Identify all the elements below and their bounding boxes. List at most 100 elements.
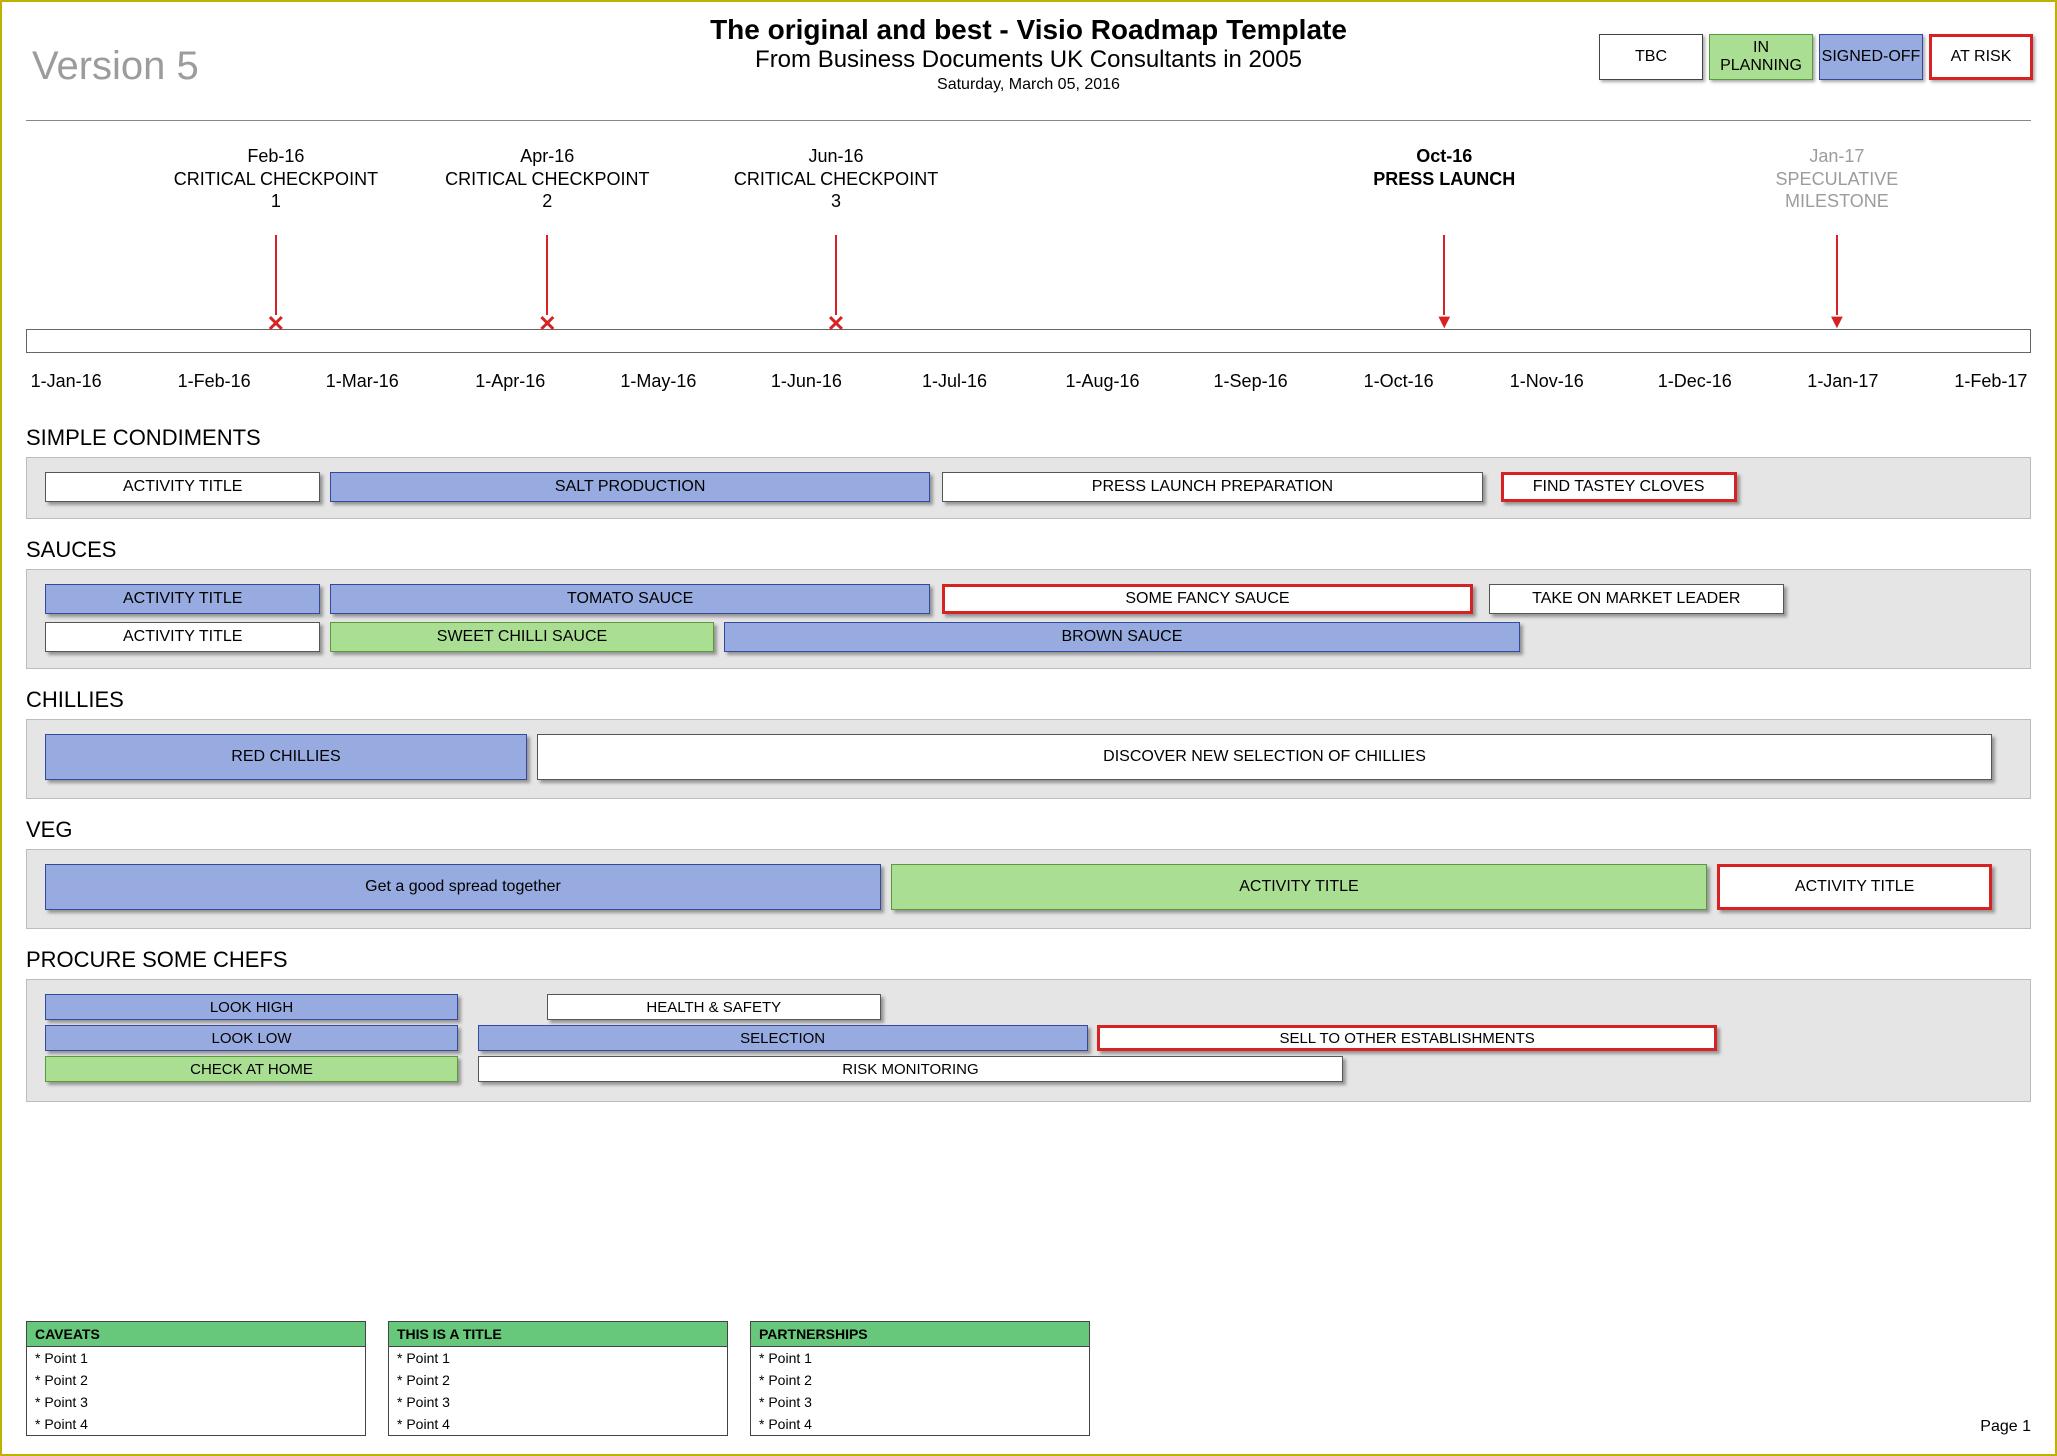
version-label: Version 5 [32,44,199,89]
swimlane-body: ACTIVITY TITLE TOMATO SAUCE SOME FANCY SAU… [26,569,2031,669]
timeline: 1-Jan-16 1-Feb-16 1-Mar-16 1-Apr-16 1-May-16… [26,135,2031,415]
tick-label: 1-Jul-16 [922,371,987,392]
swimlane-body: LOOK HIGH HEALTH & SAFETY LOOK LOW SELECTIO… [26,979,2031,1102]
milestone-label: Jun-16 CRITICAL CHECKPOINT 3 [721,145,951,213]
footer-box-title: THIS IS A TITLE [389,1322,727,1347]
milestone-label: Apr-16 CRITICAL CHECKPOINT 2 [432,145,662,213]
swimlane-row: LOOK LOW SELECTION SELL TO OTHER ESTABLISH… [45,1025,2012,1053]
milestone-arrow-icon: ▼ [1434,311,1454,334]
time-axis-ticks: 1-Jan-16 1-Feb-16 1-Mar-16 1-Apr-16 1-May-16… [26,371,2031,401]
activity-bar[interactable]: RED CHILLIES [45,734,527,780]
swimlane-row: RED CHILLIESDISCOVER NEW SELECTION OF CH… [45,734,2012,784]
activity-bar[interactable]: RISK MONITORING [478,1056,1343,1082]
swimlane: VEGGet a good spread togetherACTIVITY TI… [26,817,2031,929]
footer-box-title: PARTNERSHIPS [751,1322,1089,1347]
footer-box-point: * Point 2 [389,1369,727,1391]
activity-bar[interactable]: TOMATO SAUCE [330,584,930,614]
tick-label: 1-Feb-17 [1954,371,2027,392]
milestone-connector [835,235,837,315]
footer-box-title: CAVEATS [27,1322,365,1347]
footer-box-point: * Point 1 [751,1347,1089,1369]
footer-box-point: * Point 3 [751,1391,1089,1413]
footer-box-point: * Point 3 [27,1391,365,1413]
footer-boxes: CAVEATS* Point 1* Point 2* Point 3* Poin… [26,1321,1090,1436]
activity-bar[interactable]: LOOK LOW [45,1025,458,1051]
swimlane-row: LOOK HIGH HEALTH & SAFETY [45,994,2012,1022]
swimlane: CHILLIES RED CHILLIESDISCOVER NEW SELECTI… [26,687,2031,799]
swimlane: SAUCES ACTIVITY TITLE TOMATO SAUCE SOME FAN… [26,537,2031,669]
activity-bar[interactable]: DISCOVER NEW SELECTION OF CHILLIES [537,734,1993,780]
footer-box-point: * Point 3 [389,1391,727,1413]
tick-label: 1-Aug-16 [1065,371,1139,392]
milestone-connector [275,235,277,315]
legend-signed-off: SIGNED-OFF [1819,34,1923,80]
activity-bar[interactable]: BROWN SAUCE [724,622,1521,652]
footer-box-point: * Point 4 [27,1413,365,1435]
tick-label: 1-Dec-16 [1658,371,1732,392]
activity-bar[interactable]: FIND TASTEY CLOVES [1501,472,1737,502]
footer-box-point: * Point 2 [751,1369,1089,1391]
activity-bar[interactable]: SOME FANCY SAUCE [942,584,1473,614]
activity-bar[interactable]: TAKE ON MARKET LEADER [1489,584,1784,614]
activity-bar[interactable]: ACTIVITY TITLE [45,472,320,502]
swimlane-title: VEG [26,817,2031,843]
footer-box-point: * Point 2 [27,1369,365,1391]
legend-at-risk: AT RISK [1929,34,2033,80]
swimlane-title: SAUCES [26,537,2031,563]
milestone-connector [1836,235,1838,315]
activity-bar[interactable]: ACTIVITY TITLE [45,584,320,614]
tick-label: 1-Nov-16 [1510,371,1584,392]
footer-box-point: * Point 1 [27,1347,365,1369]
swimlane-row: Get a good spread togetherACTIVITY TITLE… [45,864,2012,914]
swimlane-title: SIMPLE CONDIMENTS [26,425,2031,451]
footer-box-point: * Point 4 [751,1413,1089,1435]
tick-label: 1-Jan-17 [1807,371,1878,392]
activity-bar[interactable]: ACTIVITY TITLE [45,622,320,652]
header-separator [26,120,2031,121]
swimlane-row: CHECK AT HOME RISK MONITORING [45,1056,2012,1084]
legend-in-planning: IN PLANNING [1709,34,1813,80]
tick-label: 1-Oct-16 [1364,371,1434,392]
tick-label: 1-Sep-16 [1214,371,1288,392]
activity-bar[interactable]: SELECTION [478,1025,1088,1051]
activity-bar[interactable]: ACTIVITY TITLE [1717,864,1992,910]
swimlane: PROCURE SOME CHEFS LOOK HIGH HEALTH & SAFE… [26,947,2031,1102]
swimlane-row: ACTIVITY TITLE SALT PRODUCTION PRESS LAUNC… [45,472,2012,504]
activity-bar[interactable]: Get a good spread together [45,864,881,910]
activity-bar[interactable]: CHECK AT HOME [45,1056,458,1082]
activity-bar[interactable]: HEALTH & SAFETY [547,994,881,1020]
swimlane-title: CHILLIES [26,687,2031,713]
milestone-label: Oct-16 PRESS LAUNCH [1329,145,1559,190]
milestone-connector [1443,235,1445,315]
activity-bar[interactable]: SELL TO OTHER ESTABLISHMENTS [1097,1025,1717,1051]
activity-bar[interactable]: SALT PRODUCTION [330,472,930,502]
footer-box-point: * Point 4 [389,1413,727,1435]
footer-box: CAVEATS* Point 1* Point 2* Point 3* Poin… [26,1321,366,1436]
activity-bar[interactable]: SWEET CHILLI SAUCE [330,622,714,652]
tick-label: 1-Apr-16 [475,371,545,392]
activity-bar[interactable]: LOOK HIGH [45,994,458,1020]
swimlane: SIMPLE CONDIMENTS ACTIVITY TITLE SALT PROD… [26,425,2031,519]
swimlane-body: ACTIVITY TITLE SALT PRODUCTION PRESS LAUNC… [26,457,2031,519]
tick-label: 1-May-16 [620,371,696,392]
activity-bar[interactable]: PRESS LAUNCH PREPARATION [942,472,1483,502]
tick-label: 1-Jan-16 [31,371,102,392]
swimlane-body: Get a good spread togetherACTIVITY TITLE… [26,849,2031,929]
tick-label: 1-Mar-16 [326,371,399,392]
header: Version 5 The original and best - Visio … [2,2,2055,112]
milestone-label: Jan-17 SPECULATIVE MILESTONE [1722,145,1952,213]
milestone-x-icon: ✕ [267,311,285,337]
tick-label: 1-Feb-16 [178,371,251,392]
activity-bar[interactable]: ACTIVITY TITLE [891,864,1707,910]
footer-box: PARTNERSHIPS* Point 1* Point 2* Point 3*… [750,1321,1090,1436]
page-number: Page 1 [1980,1418,2031,1436]
swimlane-title: PROCURE SOME CHEFS [26,947,2031,973]
milestone-x-icon: ✕ [538,311,556,337]
swimlane-body: RED CHILLIESDISCOVER NEW SELECTION OF CH… [26,719,2031,799]
footer-box: THIS IS A TITLE* Point 1* Point 2* Point… [388,1321,728,1436]
swimlane-row: ACTIVITY TITLE TOMATO SAUCE SOME FANCY SAU… [45,584,2012,616]
milestone-x-icon: ✕ [827,311,845,337]
swimlanes: SIMPLE CONDIMENTS ACTIVITY TITLE SALT PROD… [2,425,2055,1102]
footer-box-point: * Point 1 [389,1347,727,1369]
legend-tbc: TBC [1599,34,1703,80]
